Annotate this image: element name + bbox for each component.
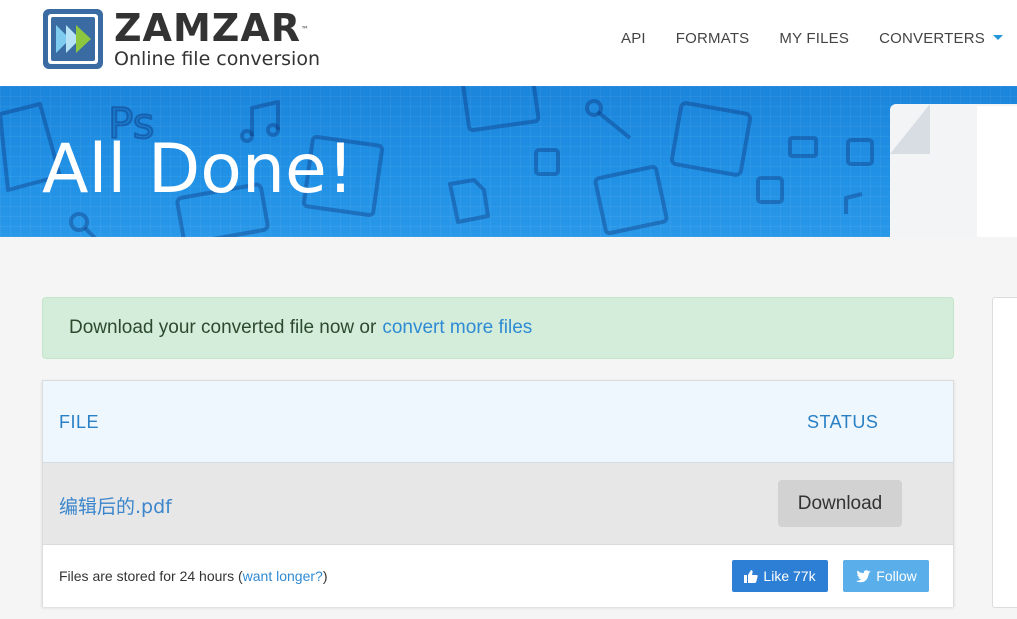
column-header-status: STATUS bbox=[807, 412, 879, 432]
logo-badge-icon bbox=[42, 8, 104, 70]
caret-down-icon bbox=[993, 34, 1003, 40]
success-alert: Download your converted file now or conv… bbox=[42, 297, 954, 359]
logo-tagline: Online file conversion bbox=[114, 48, 321, 70]
table-header: FILE STATUS bbox=[43, 381, 953, 463]
files-table: FILE STATUS 编辑后的.pdf Download Files are … bbox=[42, 380, 954, 607]
logo-name: ZAMZAR™ bbox=[114, 6, 311, 50]
alert-text: Download your converted file now or bbox=[69, 317, 377, 338]
nav-api[interactable]: API bbox=[621, 30, 646, 47]
column-header-file: FILE bbox=[59, 412, 100, 432]
nav-my-files[interactable]: MY FILES bbox=[779, 30, 849, 47]
side-panel bbox=[992, 297, 1017, 608]
twitter-bird-icon bbox=[855, 569, 872, 583]
hero-banner: Ps All Done! bbox=[0, 86, 1017, 237]
want-longer-link[interactable]: want longer? bbox=[243, 568, 323, 584]
zamzar-logo[interactable]: ZAMZAR™ Online file conversion bbox=[42, 8, 320, 70]
download-button[interactable]: Download bbox=[778, 480, 902, 527]
table-row: 编辑后的.pdf Download bbox=[43, 463, 953, 545]
thumbs-up-icon bbox=[744, 569, 759, 583]
page-title: All Done! bbox=[42, 130, 355, 209]
nav-converters-label: CONVERTERS bbox=[879, 30, 985, 47]
table-footer: Files are stored for 24 hours (want long… bbox=[43, 545, 953, 607]
storage-note: Files are stored for 24 hours (want long… bbox=[59, 568, 328, 584]
document-illustration-back bbox=[977, 106, 1017, 237]
follow-label: Follow bbox=[876, 568, 917, 584]
main-nav: API FORMATS MY FILES CONVERTERS bbox=[591, 30, 1003, 47]
main-content: Download your converted file now or conv… bbox=[0, 237, 1017, 619]
like-label: Like 77k bbox=[763, 568, 816, 584]
site-header: ZAMZAR™ Online file conversion API FORMA… bbox=[0, 0, 1017, 86]
file-name-link[interactable]: 编辑后的.pdf bbox=[59, 492, 172, 519]
twitter-follow-button[interactable]: Follow bbox=[843, 560, 929, 592]
nav-formats[interactable]: FORMATS bbox=[676, 30, 750, 47]
convert-more-files-link[interactable]: convert more files bbox=[382, 317, 532, 339]
nav-converters[interactable]: CONVERTERS bbox=[879, 30, 1003, 47]
facebook-like-button[interactable]: Like 77k bbox=[732, 560, 828, 592]
